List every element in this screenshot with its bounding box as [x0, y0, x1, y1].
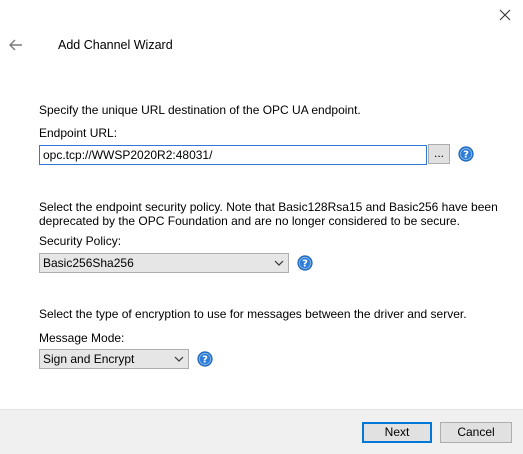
- security-help-button[interactable]: ?: [297, 255, 313, 271]
- help-icon: ?: [197, 351, 213, 367]
- endpoint-url-input[interactable]: [39, 145, 427, 165]
- back-arrow-icon: [9, 39, 22, 51]
- message-mode-select[interactable]: Sign and Encrypt: [39, 349, 189, 369]
- chevron-down-icon: [174, 356, 184, 362]
- security-policy-value: Basic256Sha256: [43, 256, 134, 270]
- message-mode-label: Message Mode:: [39, 331, 125, 345]
- help-icon: ?: [458, 146, 474, 162]
- security-description-line1: Select the endpoint security policy. Not…: [39, 200, 498, 214]
- chevron-down-icon: [274, 260, 284, 266]
- security-description-line2: deprecated by the OPC Foundation and are…: [39, 214, 460, 228]
- wizard-title: Add Channel Wizard: [58, 38, 173, 52]
- svg-text:?: ?: [463, 150, 469, 161]
- message-mode-value: Sign and Encrypt: [43, 352, 135, 366]
- help-icon: ?: [297, 255, 313, 271]
- back-button[interactable]: [6, 35, 26, 55]
- svg-text:?: ?: [302, 259, 308, 270]
- endpoint-help-button[interactable]: ?: [458, 146, 474, 162]
- browse-button[interactable]: ...: [428, 144, 450, 164]
- message-mode-help-button[interactable]: ?: [197, 351, 213, 367]
- close-icon: [499, 9, 511, 21]
- endpoint-url-label: Endpoint URL:: [39, 126, 118, 140]
- wizard-footer: Next Cancel: [0, 409, 523, 454]
- endpoint-description: Specify the unique URL destination of th…: [39, 103, 361, 117]
- close-button[interactable]: [494, 4, 516, 26]
- next-button[interactable]: Next: [362, 422, 432, 443]
- svg-text:?: ?: [202, 355, 208, 366]
- security-policy-select[interactable]: Basic256Sha256: [39, 253, 289, 273]
- message-mode-description: Select the type of encryption to use for…: [39, 307, 467, 321]
- cancel-button[interactable]: Cancel: [440, 422, 512, 443]
- security-policy-label: Security Policy:: [39, 234, 122, 248]
